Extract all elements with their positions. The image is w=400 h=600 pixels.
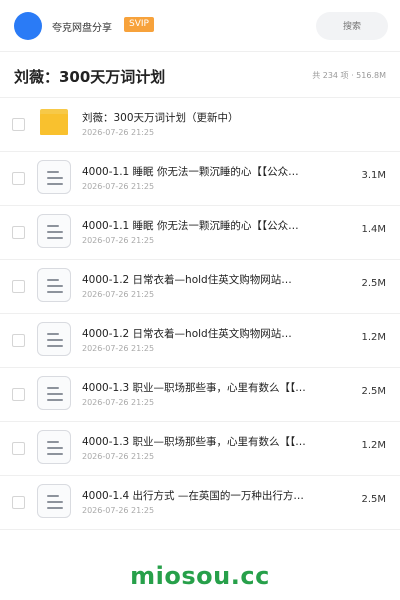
file-list: 刘薇：300天万词计划（更新中） 2026-07-26 21:25 4000-1.1…: [0, 98, 400, 530]
folder-icon: [40, 109, 68, 135]
folder-summary: 共 234 项 · 516.8M: [312, 71, 386, 80]
item-name: 4000-1.2 日常衣着—hold住英文购物网站…: [82, 274, 292, 286]
page-title: 刘薇：300天万词计划: [14, 68, 166, 86]
item-date: 2026-07-26 21:25: [82, 452, 155, 461]
item-name: 4000-1.1 睡眠 你无法一颗沉睡的心【【公众…: [82, 220, 299, 232]
list-item[interactable]: 4000-1.3 职业—职场那些事，心里有数么【【… 2026-07-26 21:…: [0, 368, 400, 422]
item-size: 2.5M: [361, 386, 386, 397]
item-name: 4000-1.2 日常衣着—hold住英文购物网站…: [82, 328, 292, 340]
item-date: 2026-07-26 21:25: [82, 344, 155, 353]
item-size: 2.5M: [361, 278, 386, 289]
item-size: 1.4M: [361, 224, 386, 235]
item-name: 4000-1.3 职业—职场那些事，心里有数么【【…: [82, 382, 306, 394]
select-checkbox[interactable]: [12, 226, 25, 239]
item-size: 1.2M: [361, 332, 386, 343]
file-icon: [37, 430, 71, 464]
list-item[interactable]: 4000-1.1 睡眠 你无法一颗沉睡的心【【公众… 2026-07-26 21:…: [0, 152, 400, 206]
item-name: 4000-1.3 职业—职场那些事，心里有数么【【…: [82, 436, 306, 448]
search-input[interactable]: [316, 12, 388, 40]
select-checkbox[interactable]: [12, 442, 25, 455]
item-date: 2026-07-26 21:25: [82, 128, 155, 137]
file-icon: [37, 484, 71, 518]
file-icon: [37, 214, 71, 248]
select-checkbox[interactable]: [12, 280, 25, 293]
file-icon: [37, 322, 71, 356]
item-name: 4000-1.4 出行方式 —在英国的一万种出行方…: [82, 490, 304, 502]
svip-badge: SVIP: [124, 17, 154, 32]
item-date: 2026-07-26 21:25: [82, 182, 155, 191]
header-bar: 夸克网盘分享 SVIP: [0, 0, 400, 52]
list-item[interactable]: 4000-1.4 出行方式 —在英国的一万种出行方… 2026-07-26 21:…: [0, 476, 400, 530]
select-checkbox[interactable]: [12, 388, 25, 401]
item-date: 2026-07-26 21:25: [82, 506, 155, 515]
list-item[interactable]: 刘薇：300天万词计划（更新中） 2026-07-26 21:25: [0, 98, 400, 152]
folder-title-bar: 刘薇：300天万词计划 共 234 项 · 516.8M: [0, 52, 400, 98]
avatar[interactable]: [14, 12, 42, 40]
item-date: 2026-07-26 21:25: [82, 236, 155, 245]
item-name: 4000-1.1 睡眠 你无法一颗沉睡的心【【公众…: [82, 166, 299, 178]
file-icon: [37, 268, 71, 302]
list-item[interactable]: 4000-1.2 日常衣着—hold住英文购物网站… 2026-07-26 21:…: [0, 314, 400, 368]
select-checkbox[interactable]: [12, 118, 25, 131]
item-date: 2026-07-26 21:25: [82, 290, 155, 299]
item-size: 2.5M: [361, 494, 386, 505]
watermark: miosou.cc: [130, 562, 270, 590]
item-size: 1.2M: [361, 440, 386, 451]
file-icon: [37, 376, 71, 410]
list-item[interactable]: 4000-1.1 睡眠 你无法一颗沉睡的心【【公众… 2026-07-26 21:…: [0, 206, 400, 260]
select-checkbox[interactable]: [12, 496, 25, 509]
item-date: 2026-07-26 21:25: [82, 398, 155, 407]
select-checkbox[interactable]: [12, 172, 25, 185]
item-name: 刘薇：300天万词计划（更新中）: [82, 112, 239, 124]
item-size: 3.1M: [361, 170, 386, 181]
list-item[interactable]: 4000-1.2 日常衣着—hold住英文购物网站… 2026-07-26 21:…: [0, 260, 400, 314]
list-item[interactable]: 4000-1.3 职业—职场那些事，心里有数么【【… 2026-07-26 21:…: [0, 422, 400, 476]
select-checkbox[interactable]: [12, 334, 25, 347]
file-icon: [37, 160, 71, 194]
brand-label: 夸克网盘分享: [52, 23, 112, 34]
